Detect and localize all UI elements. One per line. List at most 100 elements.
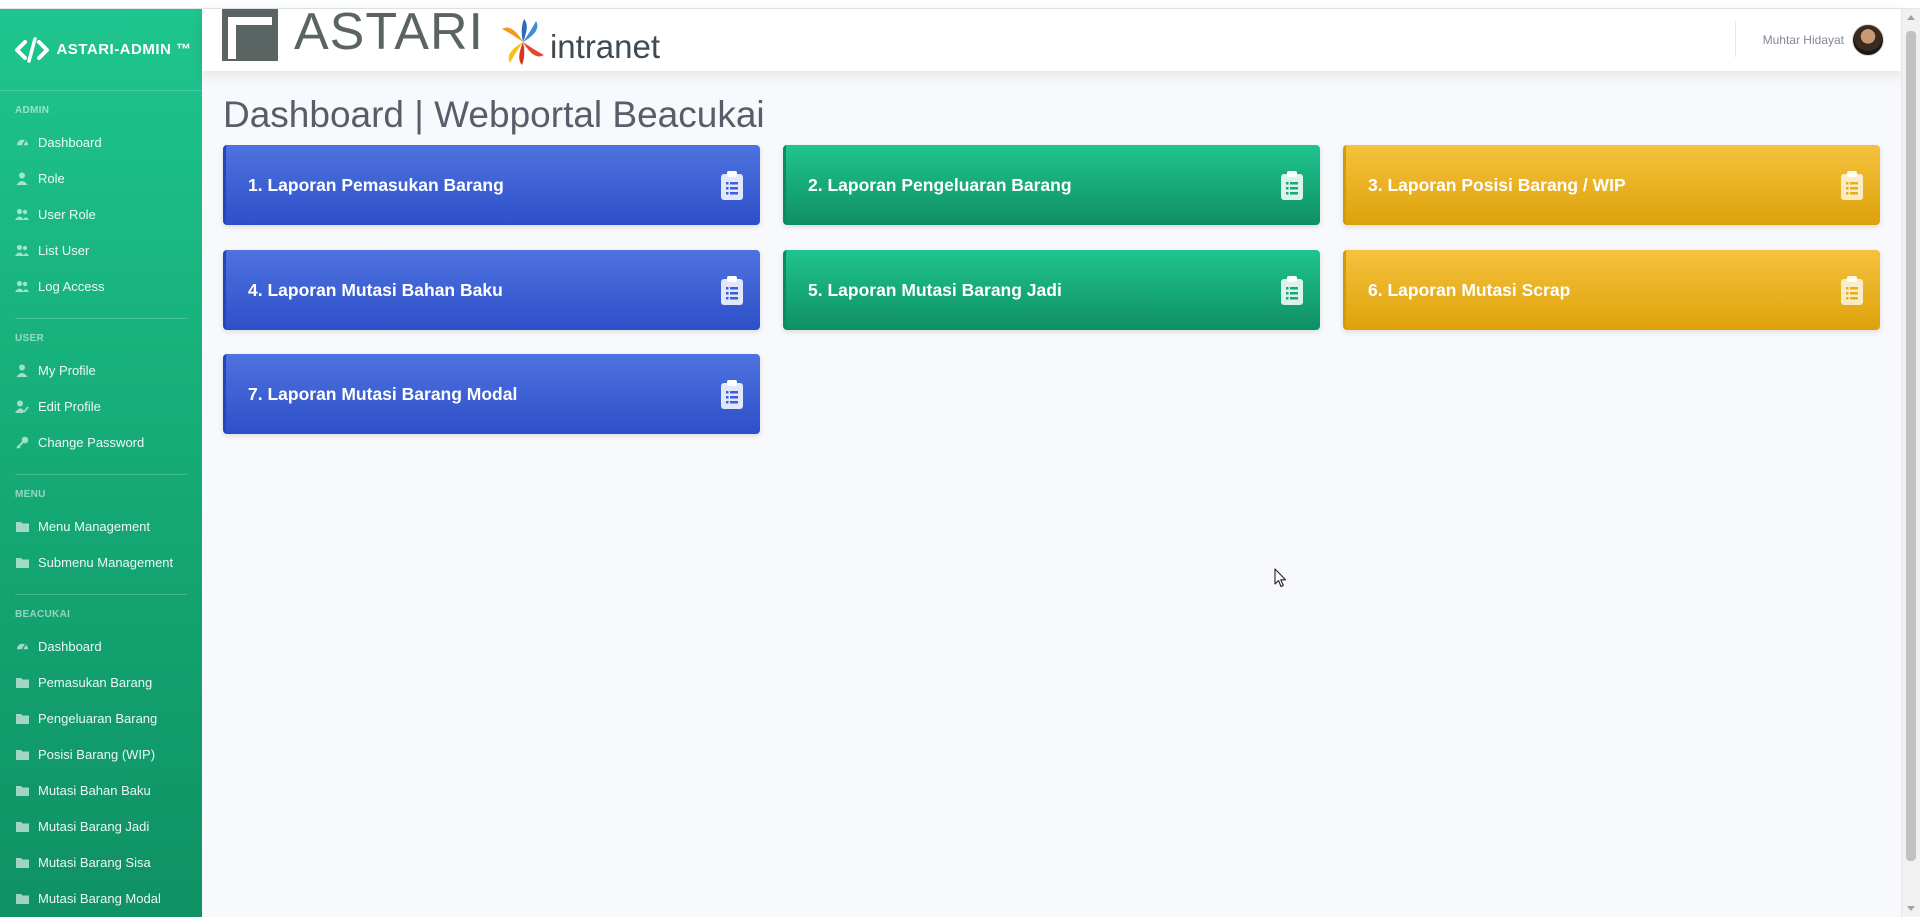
sidebar-item-pengeluaran-barang[interactable]: Pengeluaran Barang (0, 700, 202, 736)
card-label: 3. Laporan Posisi Barang / WIP (1368, 174, 1626, 195)
sidebar-item-change-password[interactable]: Change Password (0, 424, 202, 460)
folder-icon (15, 747, 29, 761)
sidebar-item-beacukai-dashboard[interactable]: Dashboard (0, 628, 202, 664)
sidebar: ASTARI-ADMIN ™ ADMIN Dashboard Role User… (0, 9, 202, 917)
sidebar-item-edit-profile[interactable]: Edit Profile (0, 388, 202, 424)
folder-icon (15, 711, 29, 725)
page-title: Dashboard | Webportal Beacukai (223, 94, 765, 135)
report-card-pemasukan[interactable]: 1. Laporan Pemasukan Barang (223, 145, 760, 225)
sidebar-item-my-profile[interactable]: My Profile (0, 352, 202, 388)
clipboard-list-icon (1840, 275, 1864, 305)
sidebar-item-user-role[interactable]: User Role (0, 196, 202, 232)
page-scrollbar[interactable] (1901, 9, 1920, 917)
sidebar-item-list-user[interactable]: List User (0, 232, 202, 268)
scroll-down-arrow-icon[interactable] (1907, 906, 1915, 911)
clipboard-list-icon (1280, 170, 1304, 200)
sidebar-item-label: Posisi Barang (WIP) (38, 746, 156, 762)
user-group-icon (15, 243, 29, 257)
folder-icon (15, 783, 29, 797)
sidebar-item-log-access[interactable]: Log Access (0, 268, 202, 304)
sidebar-item-dashboard[interactable]: Dashboard (0, 124, 202, 160)
avatar (1852, 24, 1884, 56)
company-logo: ASTARI intranet (222, 6, 661, 71)
sidebar-item-label: Mutasi Barang Modal (38, 890, 161, 906)
sidebar-item-mutasi-barang-sisa[interactable]: Mutasi Barang Sisa (0, 844, 202, 880)
clipboard-list-icon (720, 170, 744, 200)
sidebar-section-user: USER My Profile Edit Profile Change Pass… (0, 333, 202, 460)
scroll-up-arrow-icon[interactable] (1907, 15, 1915, 20)
sidebar-item-mutasi-bahan-baku[interactable]: Mutasi Bahan Baku (0, 772, 202, 808)
sidebar-item-role[interactable]: Role (0, 160, 202, 196)
sidebar-item-label: Mutasi Barang Sisa (38, 854, 151, 870)
clipboard-list-icon (720, 275, 744, 305)
report-card-mutasi-barang-jadi[interactable]: 5. Laporan Mutasi Barang Jadi (783, 250, 1320, 330)
sidebar-item-submenu-management[interactable]: Submenu Management (0, 544, 202, 580)
sidebar-item-label: Edit Profile (38, 398, 101, 414)
sidebar-heading: MENU (15, 489, 46, 500)
card-label: 7. Laporan Mutasi Barang Modal (248, 383, 518, 404)
report-card-mutasi-bahan-baku[interactable]: 4. Laporan Mutasi Bahan Baku (223, 250, 760, 330)
sidebar-brand[interactable]: ASTARI-ADMIN ™ (0, 9, 202, 91)
sidebar-heading: ADMIN (15, 105, 50, 116)
card-label: 5. Laporan Mutasi Barang Jadi (808, 279, 1062, 300)
sidebar-item-label: Pengeluaran Barang (38, 710, 158, 726)
folder-icon (15, 891, 29, 905)
sidebar-item-label: Pemasukan Barang (38, 674, 153, 690)
user-edit-icon (15, 399, 29, 413)
sidebar-divider (15, 318, 187, 319)
mouse-cursor-icon (1274, 568, 1287, 588)
sidebar-item-mutasi-barang-jadi[interactable]: Mutasi Barang Jadi (0, 808, 202, 844)
report-card-mutasi-scrap[interactable]: 6. Laporan Mutasi Scrap (1343, 250, 1880, 330)
sidebar-item-pemasukan-barang[interactable]: Pemasukan Barang (0, 664, 202, 700)
folder-icon (15, 819, 29, 833)
key-icon (15, 435, 29, 449)
sidebar-item-label: Menu Management (38, 518, 151, 534)
sidebar-item-label: Mutasi Bahan Baku (38, 782, 151, 798)
logo-subtitle: intranet (549, 28, 661, 65)
user-icon (15, 171, 29, 185)
sidebar-divider (15, 594, 187, 595)
user-dropdown[interactable]: Muhtar Hidayat (1763, 9, 1884, 71)
code-icon (12, 35, 52, 65)
brand-name: ASTARI-ADMIN ™ (56, 40, 192, 58)
sidebar-section-beacukai: BEACUKAI Dashboard Pemasukan Barang Peng… (0, 609, 202, 916)
tachometer-icon (15, 135, 29, 149)
card-label: 2. Laporan Pengeluaran Barang (808, 174, 1072, 195)
clipboard-list-icon (1840, 170, 1864, 200)
sidebar-item-posisi-barang[interactable]: Posisi Barang (WIP) (0, 736, 202, 772)
sidebar-item-label: Log Access (38, 278, 105, 294)
sidebar-item-label: List User (38, 242, 90, 258)
report-card-pengeluaran[interactable]: 2. Laporan Pengeluaran Barang (783, 145, 1320, 225)
sidebar-section-menu: MENU Menu Management Submenu Management (0, 489, 202, 580)
user-icon (15, 363, 29, 377)
report-card-posisi-wip[interactable]: 3. Laporan Posisi Barang / WIP (1343, 145, 1880, 225)
sidebar-item-label: Dashboard (38, 134, 102, 150)
topbar: ASTARI intranet Muhtar Hidayat (202, 6, 1902, 71)
sidebar-item-mutasi-barang-modal[interactable]: Mutasi Barang Modal (0, 880, 202, 916)
card-label: 1. Laporan Pemasukan Barang (248, 174, 504, 195)
card-label: 4. Laporan Mutasi Bahan Baku (248, 279, 503, 300)
folder-icon (15, 519, 29, 533)
browser-top-edge (0, 0, 1920, 9)
sidebar-heading: BEACUKAI (15, 609, 71, 620)
sidebar-item-menu-management[interactable]: Menu Management (0, 508, 202, 544)
scrollbar-thumb[interactable] (1906, 31, 1916, 861)
clipboard-list-icon (1280, 275, 1304, 305)
folder-icon (15, 855, 29, 869)
sidebar-item-label: Submenu Management (38, 554, 174, 570)
intranet-star-icon (500, 19, 546, 65)
folder-icon (15, 555, 29, 569)
user-group-icon (15, 279, 29, 293)
folder-icon (15, 675, 29, 689)
sidebar-heading: USER (15, 333, 44, 344)
logo-mark (222, 9, 278, 61)
clipboard-list-icon (720, 379, 744, 409)
topbar-divider (1735, 21, 1736, 57)
user-group-icon (15, 207, 29, 221)
sidebar-item-label: User Role (38, 206, 96, 222)
sidebar-item-label: My Profile (38, 362, 96, 378)
sidebar-item-label: Role (38, 170, 65, 186)
sidebar-item-label: Dashboard (38, 638, 102, 654)
report-card-mutasi-barang-modal[interactable]: 7. Laporan Mutasi Barang Modal (223, 354, 760, 434)
sidebar-item-label: Mutasi Barang Jadi (38, 818, 150, 834)
